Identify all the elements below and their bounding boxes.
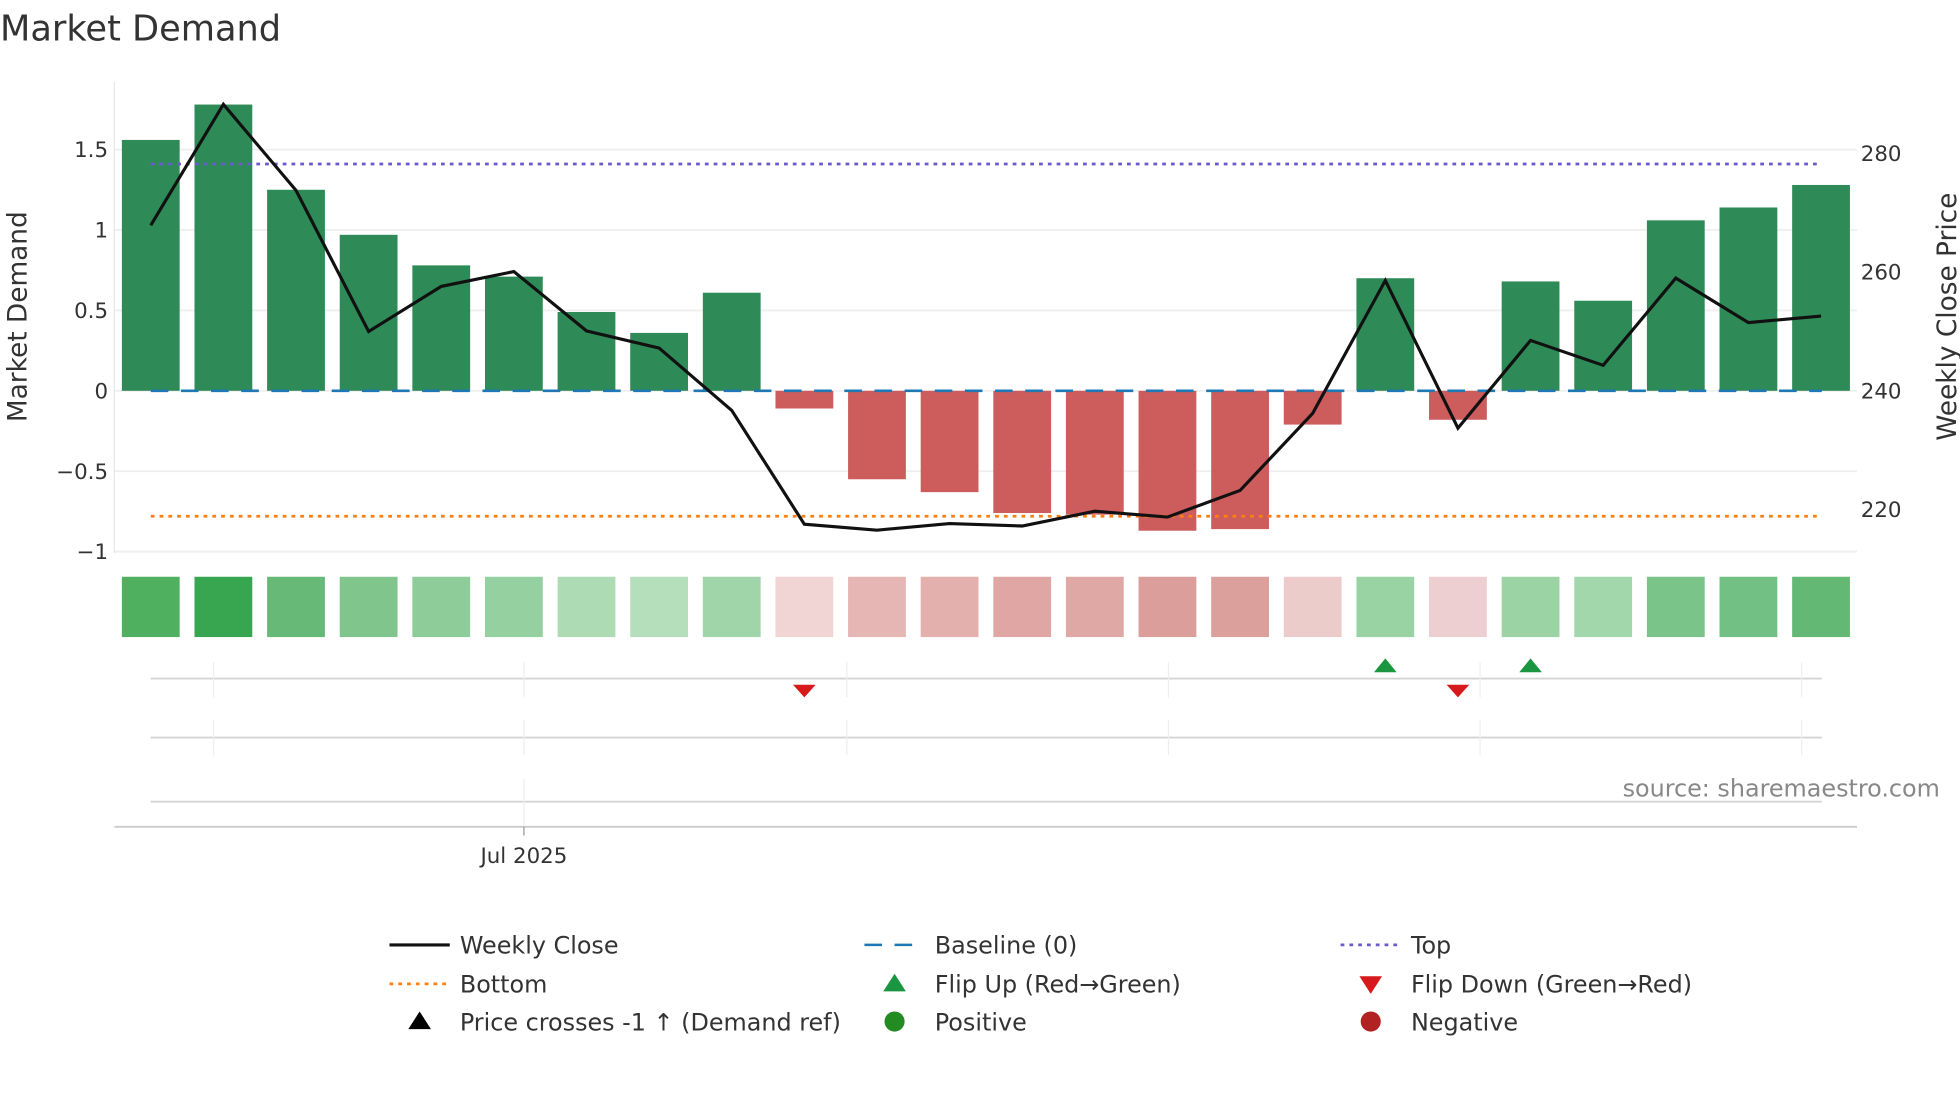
y2-tick-label: 240 <box>1861 379 1902 404</box>
y-tick-label: −0.5 <box>56 460 108 485</box>
strip-cell <box>1501 576 1560 638</box>
flip-up-marker <box>1374 658 1397 673</box>
legend-triangle-down-icon <box>1359 976 1383 994</box>
strip-cell <box>484 576 543 638</box>
demand-bar <box>1283 390 1342 425</box>
demand-bar <box>339 234 398 391</box>
legend-triangle-up-icon <box>408 1011 431 1030</box>
demand-bar <box>993 390 1052 514</box>
strip-cell <box>194 576 253 638</box>
demand-bar <box>630 332 689 391</box>
demand-bar <box>412 265 471 391</box>
y-tick-label: −1 <box>77 540 108 565</box>
y2-tick-label: 280 <box>1861 142 1902 167</box>
demand-bar <box>267 189 325 391</box>
strip-cell <box>1646 576 1705 638</box>
strip-cell <box>848 576 906 638</box>
legend-label: Positive <box>935 1008 1027 1036</box>
strip-cell <box>1574 576 1633 638</box>
y2-tick-label: 220 <box>1861 498 1902 523</box>
strip-cell <box>121 576 180 638</box>
demand-bar <box>1792 184 1850 391</box>
strip-cell <box>993 576 1052 638</box>
chart-root: Market Demand 1.5 1 0.5 0 −0.5 −1 280 260 240 22… <box>0 0 1960 1102</box>
demand-bars <box>121 104 1850 531</box>
legend-circle-icon <box>1360 1011 1381 1032</box>
legend-label: Baseline (0) <box>935 932 1078 960</box>
demand-bar <box>1356 278 1415 391</box>
demand-bar <box>920 390 979 493</box>
demand-bar <box>1211 390 1269 530</box>
demand-bar <box>1719 207 1778 391</box>
y-tick-label: 1.5 <box>74 138 108 163</box>
legend-label: Bottom <box>460 971 548 999</box>
strip-cell <box>267 576 325 638</box>
weekly-close-line <box>149 101 1822 532</box>
strip-cell <box>1211 576 1269 638</box>
demand-bar <box>1501 281 1560 391</box>
legend-label: Flip Up (Red→Green) <box>935 971 1181 999</box>
chart-title: Market Demand <box>0 8 281 49</box>
demand-bar <box>702 292 761 391</box>
demand-bar <box>484 276 543 391</box>
demand-bar <box>557 312 616 391</box>
reference-lines <box>150 162 1822 518</box>
demand-bar <box>1646 220 1705 391</box>
y-tick-label: 1 <box>94 219 108 244</box>
source-credit: source: sharemaestro.com <box>1623 775 1940 803</box>
market-demand-chart: Market Demand 1.5 1 0.5 0 −0.5 −1 280 260 240 22… <box>0 8 1960 1036</box>
y-axis-label: Market Demand <box>3 211 33 422</box>
y-tick-label: 0.5 <box>74 299 108 324</box>
y2-axis-label: Weekly Close Price <box>1933 193 1960 441</box>
legend-label: Negative <box>1411 1008 1518 1036</box>
strip-cell <box>1719 576 1778 638</box>
strip-cell <box>339 576 398 638</box>
demand-bar <box>194 104 253 391</box>
x-tick-label: Jul 2025 <box>478 844 567 869</box>
strip-cell <box>412 576 471 638</box>
strip-cell <box>702 576 761 638</box>
demand-bar <box>121 139 180 391</box>
legend-label: Weekly Close <box>460 932 619 960</box>
legend-circle-icon <box>884 1011 905 1032</box>
demand-bar <box>848 390 906 480</box>
legend: Weekly Close Baseline (0) Top Bottom Flip Up… <box>389 932 1692 1036</box>
strip-cell <box>1283 576 1342 638</box>
flip-up-marker <box>1519 658 1542 673</box>
legend-label: Top <box>1410 932 1451 960</box>
y-axis-ticks: 1.5 1 0.5 0 −0.5 −1 <box>56 138 108 565</box>
y2-tick-label: 260 <box>1861 261 1902 286</box>
strip-cell <box>1065 576 1124 638</box>
demand-bar <box>1574 300 1633 391</box>
demand-bar <box>775 390 834 409</box>
strip-cell <box>775 576 834 638</box>
strip-cell <box>557 576 616 638</box>
x-axis-ticks: Jul 2025 <box>478 826 567 869</box>
strip-cell <box>1792 576 1850 638</box>
strip-cell <box>1356 576 1415 638</box>
legend-label: Price crosses -1 ↑ (Demand ref) <box>460 1008 841 1036</box>
legend-triangle-up-icon <box>883 973 906 992</box>
demand-bar <box>1065 390 1124 515</box>
legend-label: Flip Down (Green→Red) <box>1411 971 1692 999</box>
y-tick-label: 0 <box>94 379 108 404</box>
flip-down-marker <box>793 684 816 698</box>
strip-cell <box>920 576 979 638</box>
weekly-close-polyline <box>149 101 1822 532</box>
strip-cell <box>630 576 689 638</box>
strip-cell <box>1138 576 1197 638</box>
demand-color-strip <box>121 576 1850 638</box>
flip-down-marker <box>1446 684 1470 698</box>
event-rows <box>150 662 1822 827</box>
y2-axis-ticks: 280 260 240 220 <box>1861 142 1902 523</box>
strip-cell <box>1429 576 1487 638</box>
